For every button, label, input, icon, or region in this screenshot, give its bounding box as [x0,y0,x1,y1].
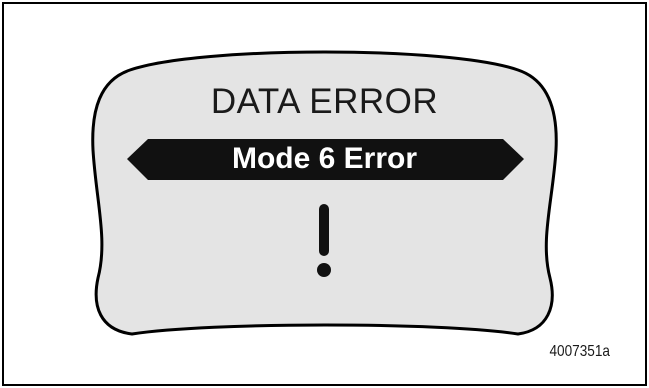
error-message: Mode 6 Error [231,142,418,175]
display-illustration [91,50,558,336]
display-title: DATA ERROR [210,82,439,121]
figure-reference-code: 4007351a [549,343,610,360]
exclamation-icon [317,204,331,277]
